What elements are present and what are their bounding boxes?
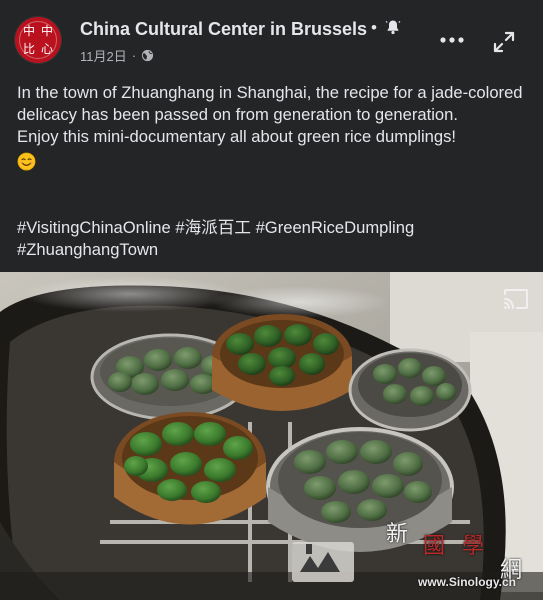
post-meta: 11月2日 · (80, 46, 154, 65)
expand-button[interactable] (488, 26, 520, 58)
watermark-site: www.Sinology.cn (418, 575, 517, 589)
post-body-line: In the town of Zhuanghang in Shanghai, t… (17, 83, 523, 124)
avatar-logo: 中 中 比 心 (19, 21, 57, 59)
post-date[interactable]: 11月2日 (80, 46, 127, 65)
watermark-char: 新 (386, 522, 409, 547)
watermark-seal (292, 542, 354, 582)
page-avatar[interactable]: 中 中 比 心 (15, 17, 61, 63)
page-name-link[interactable]: China Cultural Center in Brussels (80, 19, 367, 40)
smiling-face-emoji (17, 152, 36, 171)
avatar-glyph: 心 (40, 42, 53, 56)
post-body-line: Enjoy this mini-documentary all about gr… (17, 127, 457, 146)
follow-bell[interactable]: • (371, 18, 401, 38)
avatar-glyph: 中 (22, 24, 35, 38)
avatar-glyph: 中 (40, 24, 53, 38)
globe-icon (142, 49, 154, 62)
more-horizontal-icon (440, 37, 464, 43)
expand-icon (493, 31, 515, 53)
watermark-char: 國 (423, 534, 446, 559)
bell-icon (385, 20, 401, 35)
avatar-glyph: 比 (22, 42, 35, 56)
cast-icon[interactable] (503, 288, 529, 310)
hashtags[interactable]: #VisitingChinaOnline #海派百工 #GreenRiceDum… (17, 217, 532, 261)
name-separator: • (371, 18, 377, 37)
post-header: 中 中 比 心 China Cultural Center in Brussel… (0, 0, 543, 72)
post-body: In the town of Zhuanghang in Shanghai, t… (17, 82, 532, 177)
watermark-char: 學 (462, 534, 485, 559)
more-options-button[interactable] (436, 24, 468, 56)
meta-separator: · (131, 48, 137, 63)
